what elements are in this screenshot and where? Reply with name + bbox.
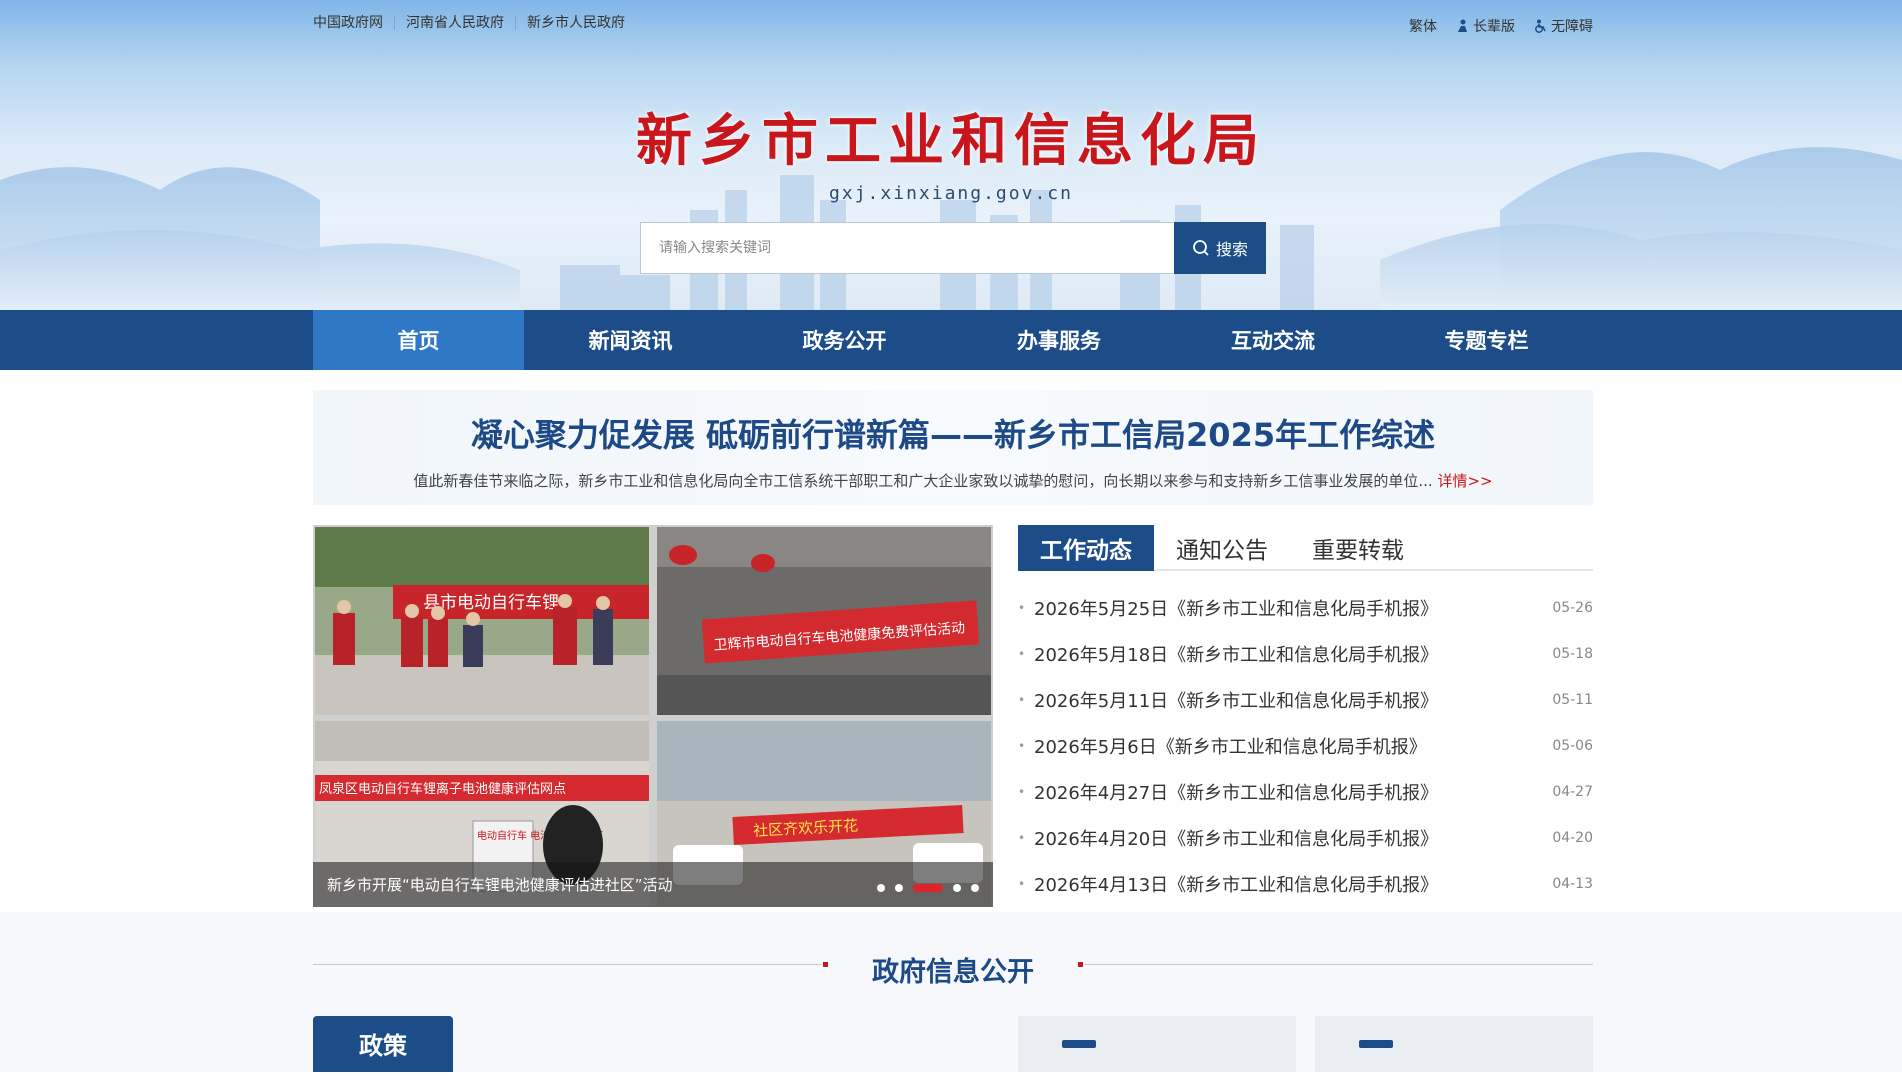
carousel-dot-1[interactable] [877,884,885,892]
news-date: 05-18 [1552,646,1593,662]
news-panel: 工作动态 通知公告 重要转载 • 2026年5月25日《新乡市工业和信息化局手机报… [1018,525,1593,907]
traditional-label: 繁体 [1409,19,1437,35]
news-title[interactable]: 2026年5月18日《新乡市工业和信息化局手机报》 [1034,641,1552,667]
carousel-dot-3[interactable] [913,884,943,892]
bullet-icon: • [1018,831,1026,845]
list-item[interactable]: • 2026年4月27日《新乡市工业和信息化局手机报》 04-27 [1018,769,1593,815]
bullet-icon: • [1018,647,1026,661]
news-title[interactable]: 2026年5月25日《新乡市工业和信息化局手机报》 [1034,595,1552,621]
news-title[interactable]: 2026年4月27日《新乡市工业和信息化局手机报》 [1034,779,1552,805]
accessibility-link[interactable]: 无障碍 [1533,16,1593,36]
carousel-caption-text: 新乡市开展“电动自行车锂电池健康评估进社区”活动 [327,876,673,894]
site-title[interactable]: 新乡市工业和信息化局 [0,96,1902,177]
bullet-icon: • [1018,601,1026,615]
news-tabs: 工作动态 通知公告 重要转载 [1018,525,1593,571]
main-navigation: 首页 新闻资讯 政务公开 办事服务 互动交流 专题专栏 [0,310,1902,370]
elder-mode-link[interactable]: 长辈版 [1455,16,1515,36]
nav-government-affairs[interactable]: 政务公开 [737,310,952,370]
nav-special-topics[interactable]: 专题专栏 [1380,310,1593,370]
nav-home[interactable]: 首页 [313,310,524,370]
news-date: 04-13 [1552,876,1593,892]
list-item[interactable]: • 2026年4月20日《新乡市工业和信息化局手机报》 04-20 [1018,815,1593,861]
bullet-icon: • [1018,739,1026,753]
tab-notices[interactable]: 通知公告 [1154,525,1290,571]
photo-carousel[interactable]: 县市电动自行车锂 卫辉市电动自行车电池健康免费评估活动 凤泉区电动自行车锂离子电… [313,525,993,907]
elder-person-icon [1458,19,1467,32]
search-box: 搜索 [640,222,1266,274]
card-icon [1359,1040,1393,1048]
card-icon [1062,1040,1096,1048]
headline-title[interactable]: 凝心聚力促发展 砥砺前行谱新篇——新乡市工信局2025年工作综述 [313,390,1593,456]
list-item[interactable]: • 2026年4月13日《新乡市工业和信息化局手机报》 04-13 [1018,861,1593,907]
news-date: 05-06 [1552,738,1593,754]
accessibility-label: 无障碍 [1551,19,1593,35]
headline-banner: 凝心聚力促发展 砥砺前行谱新篇——新乡市工信局2025年工作综述 值此新春佳节来… [313,390,1593,505]
search-input[interactable] [640,222,1174,274]
nav-interaction[interactable]: 互动交流 [1166,310,1380,370]
tab-work-updates[interactable]: 工作动态 [1018,525,1154,571]
carousel-dot-2[interactable] [895,884,903,892]
list-item[interactable]: • 2026年5月11日《新乡市工业和信息化局手机报》 05-11 [1018,677,1593,723]
link-china-gov[interactable]: 中国政府网 [313,16,394,30]
nav-news[interactable]: 新闻资讯 [524,310,737,370]
search-icon [1193,240,1209,256]
site-brand: 新乡市工业和信息化局 gxj.xinxiang.gov.cn [0,96,1902,204]
news-title[interactable]: 2026年4月13日《新乡市工业和信息化局手机报》 [1034,871,1552,897]
info-card-1[interactable] [1018,1016,1296,1072]
site-domain: gxj.xinxiang.gov.cn [829,183,1073,204]
top-utility-bar: 中国政府网 河南省人民政府 新乡市人民政府 繁体 长辈版 无障碍 [313,16,1593,36]
heading-dot-right [1078,962,1083,967]
news-date: 05-26 [1552,600,1593,616]
external-links: 中国政府网 河南省人民政府 新乡市人民政府 [313,16,636,30]
heading-rule-right [1085,964,1593,965]
list-item[interactable]: • 2026年5月6日《新乡市工业和信息化局手机报》 05-06 [1018,723,1593,769]
search-button[interactable]: 搜索 [1174,222,1266,274]
link-xinxiang-gov[interactable]: 新乡市人民政府 [515,16,636,30]
headline-more-link[interactable]: 详情>> [1437,472,1492,490]
news-list: • 2026年5月25日《新乡市工业和信息化局手机报》 05-26 • 2026年5月… [1018,585,1593,907]
tab-important-reposts[interactable]: 重要转载 [1290,525,1426,571]
list-item[interactable]: • 2026年5月25日《新乡市工业和信息化局手机报》 05-26 [1018,585,1593,631]
elder-mode-label: 长辈版 [1473,19,1515,35]
news-title[interactable]: 2026年5月11日《新乡市工业和信息化局手机报》 [1034,687,1552,713]
news-title[interactable]: 2026年5月6日《新乡市工业和信息化局手机报》 [1034,733,1552,759]
info-card-2[interactable] [1315,1016,1593,1072]
bullet-icon: • [1018,785,1026,799]
tab-policy[interactable]: 政策 [313,1016,453,1072]
main-content: 县市电动自行车锂 卫辉市电动自行车电池健康免费评估活动 凤泉区电动自行车锂离子电… [0,505,1902,907]
link-henan-gov[interactable]: 河南省人民政府 [394,16,515,30]
carousel-photo-collage: 县市电动自行车锂 卫辉市电动自行车电池健康免费评估活动 凤泉区电动自行车锂离子电… [313,525,993,907]
bullet-icon: • [1018,693,1026,707]
headline-summary-text: 值此新春佳节来临之际，新乡市工业和信息化局向全市工信系统干部职工和广大企业家致以… [413,472,1433,490]
wheelchair-icon [1535,19,1546,33]
traditional-chinese-toggle[interactable]: 繁体 [1409,16,1437,36]
news-title[interactable]: 2026年4月20日《新乡市工业和信息化局手机报》 [1034,825,1552,851]
nav-services[interactable]: 办事服务 [952,310,1166,370]
carousel-pagination [877,884,979,892]
bullet-icon: • [1018,877,1026,891]
list-item[interactable]: • 2026年5月18日《新乡市工业和信息化局手机报》 05-18 [1018,631,1593,677]
headline-summary: 值此新春佳节来临之际，新乡市工业和信息化局向全市工信系统干部职工和广大企业家致以… [313,470,1593,491]
site-header: 中国政府网 河南省人民政府 新乡市人民政府 繁体 长辈版 无障碍 新乡市工业和信… [0,0,1902,310]
carousel-dot-4[interactable] [953,884,961,892]
section-heading: 政府信息公开 [313,950,1593,988]
news-date: 04-27 [1552,784,1593,800]
sign-bottom-left: 凤泉区电动自行车锂离子电池健康评估网点 [319,781,566,797]
accessibility-tools: 繁体 长辈版 无障碍 [1409,16,1593,36]
search-button-label: 搜索 [1215,240,1248,259]
news-date: 05-11 [1552,692,1593,708]
news-date: 04-20 [1552,830,1593,846]
section-title: 政府信息公开 [872,957,1034,988]
carousel-dot-5[interactable] [971,884,979,892]
government-info-section: 政府信息公开 政策 [0,912,1902,1072]
